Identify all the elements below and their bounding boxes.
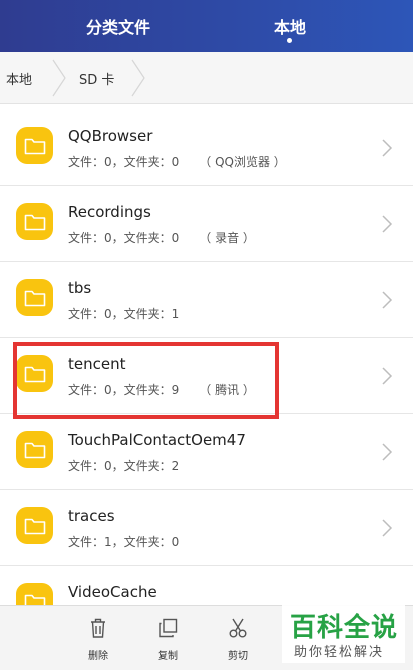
folder-name: tbs: [68, 279, 92, 297]
folder-alias: （ QQ浏览器 ）: [199, 155, 286, 169]
scissors-icon: [229, 618, 247, 638]
folder-alias: （ 腾讯 ）: [199, 383, 255, 397]
folder-counts: 文件：0，文件夹：0: [68, 231, 180, 245]
copy-button[interactable]: 复制: [148, 606, 188, 670]
delete-button[interactable]: 删除: [78, 606, 118, 670]
tab-local[interactable]: 本地: [230, 0, 350, 52]
watermark-logo: 百科全说 助你轻松解决: [282, 603, 405, 663]
folder-name: TouchPalContactOem47: [68, 431, 246, 449]
folder-info: 文件：0，文件夹：1: [68, 305, 179, 322]
folder-counts: 文件：0，文件夹：1: [68, 307, 180, 321]
folder-info: 文件：0，文件夹：0 （ 录音 ）: [68, 229, 255, 246]
folder-alias: （ 录音 ）: [199, 231, 255, 245]
folder-icon: [16, 355, 53, 392]
delete-label: 删除: [88, 651, 108, 662]
folder-counts: 文件：0，文件夹：9: [68, 383, 180, 397]
breadcrumb: 本地 SD 卡: [0, 52, 413, 104]
folder-name: Recordings: [68, 203, 151, 221]
breadcrumb-sd-card[interactable]: SD 卡: [79, 52, 114, 104]
cut-button[interactable]: 剪切: [218, 606, 258, 670]
folder-icon: [16, 507, 53, 544]
top-tab-bar: 分类文件 本地: [0, 0, 413, 52]
folder-list: QQBrowser 文件：0，文件夹：0 （ QQ浏览器 ） Recordings…: [0, 110, 413, 610]
copy-label: 复制: [158, 651, 178, 662]
folder-info: 文件：0，文件夹：0 （ QQ浏览器 ）: [68, 153, 286, 170]
chevron-right-icon: [382, 139, 393, 157]
chevron-right-icon: [382, 367, 393, 385]
folder-counts: 文件：1，文件夹：0: [68, 535, 180, 549]
copy-icon: [159, 618, 178, 638]
breadcrumb-separator-icon: [52, 59, 66, 97]
folder-name: tencent: [68, 355, 126, 373]
file-manager-screen: 分类文件 本地 本地 SD 卡 QQBrowser 文件：0，文件夹：0 （ QQ…: [0, 0, 413, 670]
folder-name: QQBrowser: [68, 127, 153, 145]
folder-row-tencent[interactable]: tencent 文件：0，文件夹：9 （ 腾讯 ）: [0, 338, 413, 414]
active-tab-indicator: [287, 38, 292, 43]
folder-icon: [16, 127, 53, 164]
breadcrumb-local[interactable]: 本地: [6, 52, 32, 104]
tab-categories-label: 分类文件: [85, 18, 150, 37]
cut-label: 剪切: [228, 651, 248, 662]
folder-counts: 文件：0，文件夹：0: [68, 155, 180, 169]
chevron-right-icon: [382, 519, 393, 537]
tab-local-label: 本地: [273, 18, 306, 37]
folder-row-touchpal[interactable]: TouchPalContactOem47 文件：0，文件夹：2: [0, 414, 413, 490]
folder-row-traces[interactable]: traces 文件：1，文件夹：0: [0, 490, 413, 566]
folder-name: VideoCache: [68, 583, 157, 601]
watermark-title: 百科全说: [290, 613, 399, 643]
folder-icon: [16, 431, 53, 468]
folder-info: 文件：0，文件夹：9 （ 腾讯 ）: [68, 381, 255, 398]
folder-name: traces: [68, 507, 115, 525]
breadcrumb-separator-icon: [131, 59, 145, 97]
folder-info: 文件：0，文件夹：2: [68, 457, 179, 474]
folder-icon: [16, 279, 53, 316]
chevron-right-icon: [382, 215, 393, 233]
folder-info: 文件：1，文件夹：0: [68, 533, 179, 550]
folder-icon: [16, 203, 53, 240]
folder-row-qqbrowser[interactable]: QQBrowser 文件：0，文件夹：0 （ QQ浏览器 ）: [0, 110, 413, 186]
watermark-subtitle: 助你轻松解决: [294, 645, 385, 660]
chevron-right-icon: [382, 291, 393, 309]
folder-counts: 文件：0，文件夹：2: [68, 459, 180, 473]
chevron-right-icon: [382, 443, 393, 461]
tab-categories[interactable]: 分类文件: [58, 0, 178, 52]
folder-row-tbs[interactable]: tbs 文件：0，文件夹：1: [0, 262, 413, 338]
folder-row-recordings[interactable]: Recordings 文件：0，文件夹：0 （ 录音 ）: [0, 186, 413, 262]
trash-icon: [91, 618, 105, 638]
